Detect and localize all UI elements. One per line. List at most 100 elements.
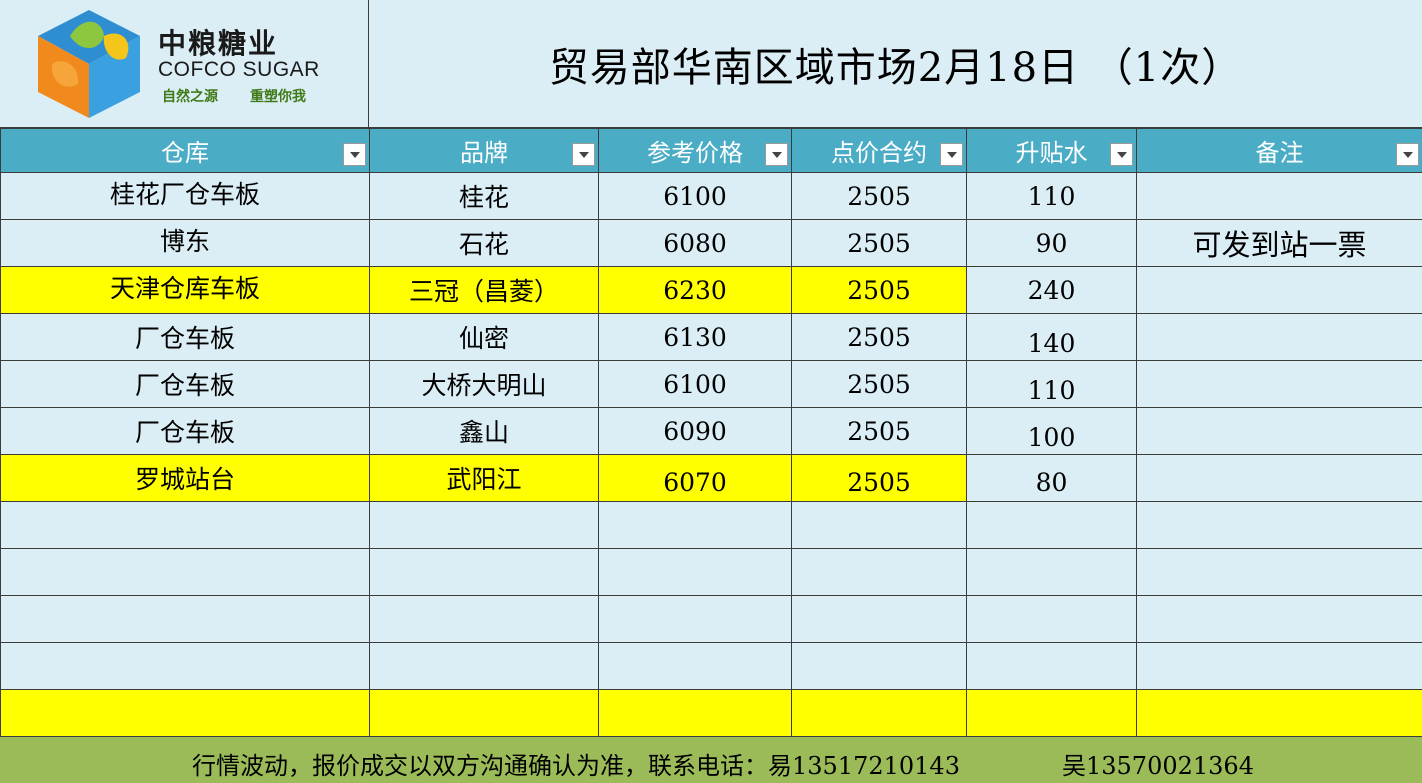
cell-premium[interactable]: 90 [966,219,1137,267]
cell-note[interactable] [1136,407,1422,455]
table-row: 厂仓车板 仙密 6130 2505 140 [0,313,1422,361]
empty-row [0,501,1422,549]
cell-brand[interactable]: 桂花 [369,172,599,220]
empty-cell[interactable] [1136,595,1422,643]
cell-brand[interactable]: 三冠（昌菱） [369,266,599,314]
empty-cell[interactable] [966,595,1137,643]
cell-brand[interactable]: 仙密 [369,313,599,361]
empty-cell[interactable] [369,642,599,690]
column-header-note[interactable]: 备注 [1136,128,1422,173]
spreadsheet: 中粮糖业 COFCO SUGAR 自然之源 重塑你我 贸易部华南区域市场2月18… [0,0,1422,783]
filter-dropdown-icon[interactable] [1396,143,1419,166]
empty-cell[interactable] [369,548,599,596]
cell-price[interactable]: 6230 [598,266,792,314]
empty-cell[interactable] [598,548,792,596]
cell-contract[interactable]: 2505 [791,360,967,408]
footer-row[interactable]: 行情波动，报价成交以双方沟通确认为准，联系电话：易13517210143 吴13… [0,736,1422,783]
cell-warehouse[interactable]: 天津仓库车板 [0,266,370,314]
cell-price[interactable]: 6070 [598,454,792,502]
cell-warehouse[interactable]: 桂花厂仓车板 [0,172,370,220]
logo-cn-name: 中粮糖业 [158,27,279,60]
empty-cell[interactable] [0,689,370,737]
column-header-price[interactable]: 参考价格 [598,128,792,173]
logo-slogan-left: 自然之源 [162,89,218,105]
cell-contract[interactable]: 2505 [791,407,967,455]
logo-slogan-right: 重塑你我 [250,89,306,105]
cell-premium[interactable]: 110 [966,360,1137,408]
cell-note[interactable]: 可发到站一票 [1136,219,1422,267]
cofco-logo-icon [38,10,140,118]
empty-cell[interactable] [369,689,599,737]
filter-dropdown-icon[interactable] [343,143,366,166]
filter-dropdown-icon[interactable] [765,143,788,166]
filter-dropdown-icon[interactable] [940,143,963,166]
title-cell[interactable]: 贸易部华南区域市场2月18日 （1次） [369,0,1422,128]
column-header-premium[interactable]: 升贴水 [966,128,1137,173]
empty-cell[interactable] [1136,548,1422,596]
filter-dropdown-icon[interactable] [1110,143,1133,166]
cell-note[interactable] [1136,266,1422,314]
cell-warehouse[interactable]: 罗城站台 [0,454,370,502]
empty-cell[interactable] [966,642,1137,690]
empty-cell[interactable] [791,501,967,549]
column-header-label: 点价合约 [831,139,927,167]
cell-note[interactable] [1136,360,1422,408]
column-header-warehouse[interactable]: 仓库 [0,128,370,173]
cell-warehouse[interactable]: 厂仓车板 [0,407,370,455]
empty-cell[interactable] [791,642,967,690]
empty-cell[interactable] [791,548,967,596]
column-header-contract[interactable]: 点价合约 [791,128,967,173]
empty-cell[interactable] [369,501,599,549]
cell-warehouse[interactable]: 博东 [0,219,370,267]
empty-cell[interactable] [0,501,370,549]
cell-price[interactable]: 6130 [598,313,792,361]
footer-contact-text-2: 吴13570021364 [1062,752,1254,780]
table-row: 厂仓车板 鑫山 6090 2505 100 [0,407,1422,455]
empty-cell[interactable] [791,689,967,737]
empty-cell[interactable] [791,595,967,643]
empty-cell[interactable] [369,595,599,643]
column-header-brand[interactable]: 品牌 [369,128,599,173]
cell-premium[interactable]: 100 [966,407,1137,455]
cell-premium[interactable]: 140 [966,313,1137,361]
cell-premium[interactable]: 110 [966,172,1137,220]
empty-cell[interactable] [598,595,792,643]
empty-cell[interactable] [1136,689,1422,737]
cell-brand[interactable]: 大桥大明山 [369,360,599,408]
cell-note[interactable] [1136,172,1422,220]
cell-premium[interactable]: 80 [966,454,1137,502]
empty-cell[interactable] [0,548,370,596]
cell-note[interactable] [1136,313,1422,361]
table-row: 天津仓库车板 三冠（昌菱） 6230 2505 240 [0,266,1422,314]
filter-dropdown-icon[interactable] [572,143,595,166]
empty-cell[interactable] [966,689,1137,737]
cell-premium[interactable]: 240 [966,266,1137,314]
empty-cell[interactable] [598,689,792,737]
empty-cell[interactable] [0,595,370,643]
cell-price[interactable]: 6090 [598,407,792,455]
cell-contract[interactable]: 2505 [791,219,967,267]
empty-cell[interactable] [598,501,792,549]
empty-row [0,548,1422,596]
footer-contact-text: 行情波动，报价成交以双方沟通确认为准，联系电话：易13517210143 [192,752,960,780]
cell-brand[interactable]: 鑫山 [369,407,599,455]
cell-contract[interactable]: 2505 [791,172,967,220]
cell-note[interactable] [1136,454,1422,502]
cell-brand[interactable]: 武阳江 [369,454,599,502]
cell-contract[interactable]: 2505 [791,313,967,361]
empty-cell[interactable] [966,548,1137,596]
cell-price[interactable]: 6100 [598,172,792,220]
empty-cell[interactable] [1136,642,1422,690]
cell-contract[interactable]: 2505 [791,454,967,502]
cell-price[interactable]: 6100 [598,360,792,408]
cell-warehouse[interactable]: 厂仓车板 [0,313,370,361]
logo-en-name: COFCO SUGAR [158,58,320,81]
empty-cell[interactable] [0,642,370,690]
empty-cell[interactable] [966,501,1137,549]
cell-price[interactable]: 6080 [598,219,792,267]
cell-contract[interactable]: 2505 [791,266,967,314]
cell-brand[interactable]: 石花 [369,219,599,267]
empty-cell[interactable] [1136,501,1422,549]
cell-warehouse[interactable]: 厂仓车板 [0,360,370,408]
empty-cell[interactable] [598,642,792,690]
